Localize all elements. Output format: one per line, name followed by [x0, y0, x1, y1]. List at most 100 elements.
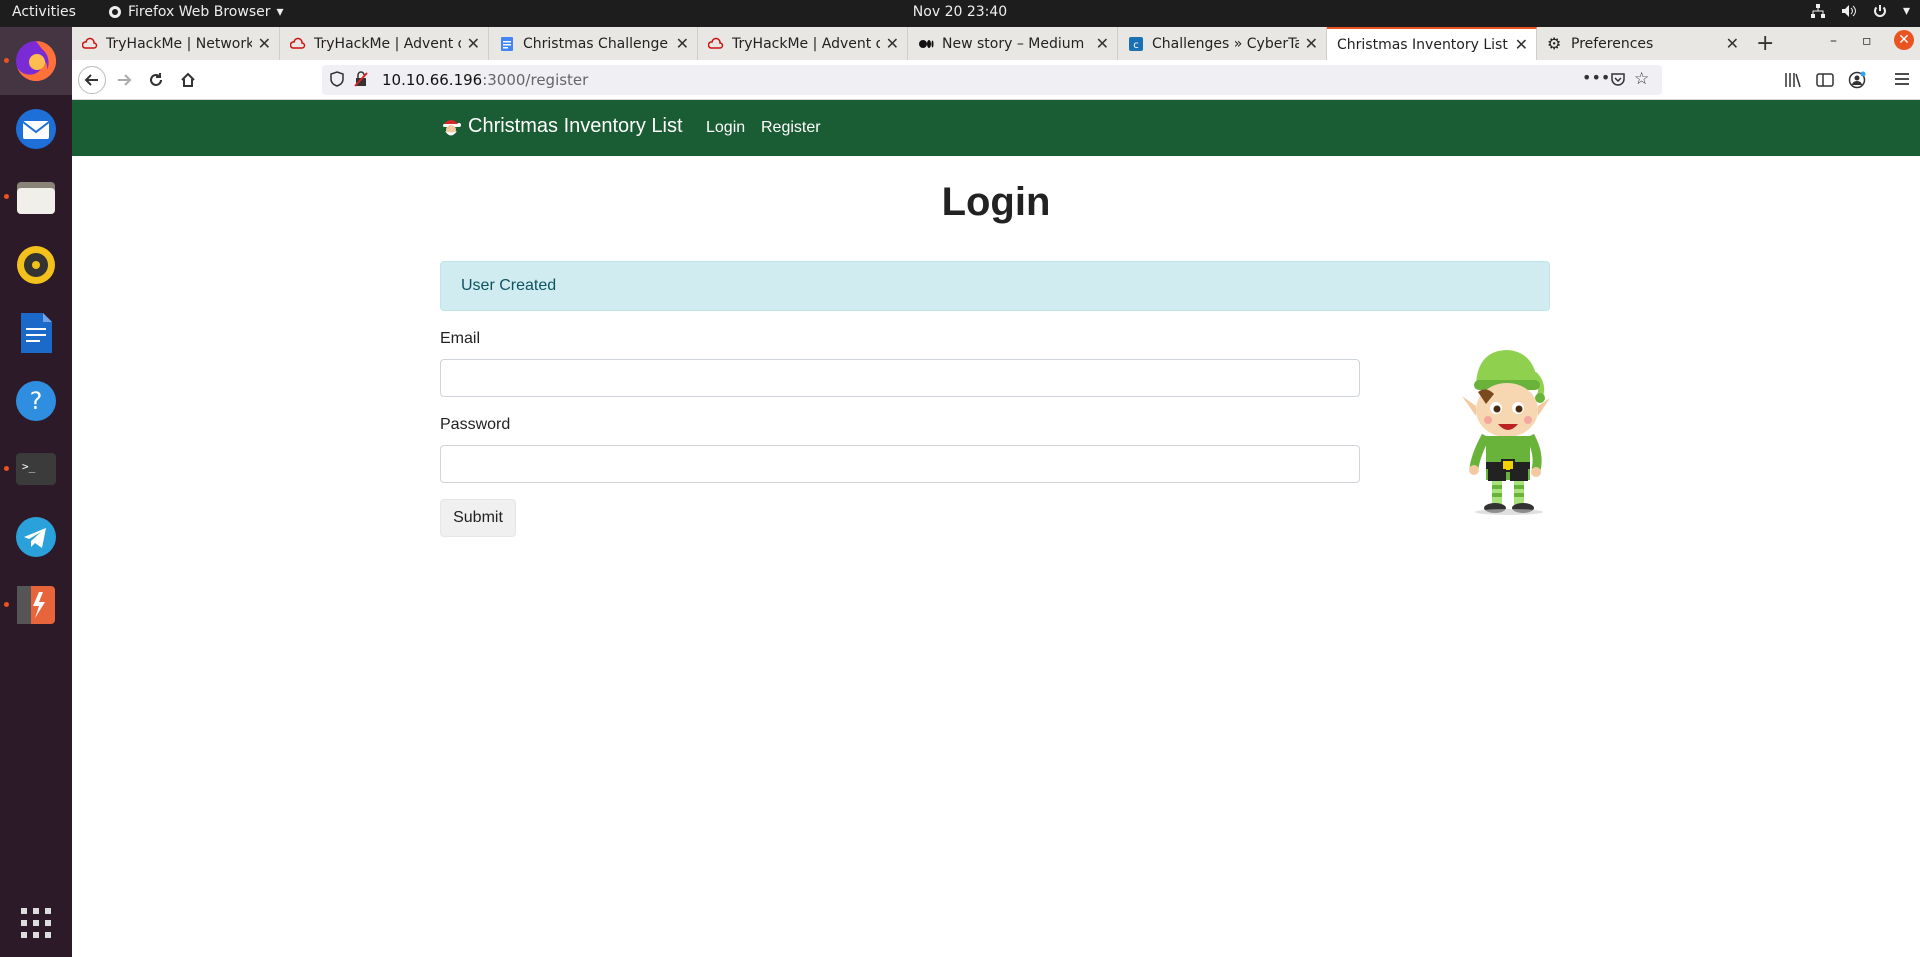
tab-title: TryHackMe | Network: [106, 35, 252, 52]
bookmark-star-icon[interactable]: ☆: [1634, 69, 1649, 89]
sidebar-icon[interactable]: [1816, 72, 1834, 92]
running-indicator: [4, 194, 9, 199]
tryhackme-cloud-icon: [708, 37, 724, 49]
brand-title: Christmas Inventory List: [468, 115, 683, 137]
dock-files[interactable]: [0, 163, 72, 231]
nav-register-link[interactable]: Register: [761, 119, 821, 137]
dock-burp-suite[interactable]: [0, 571, 72, 639]
close-icon[interactable]: ✕: [467, 34, 480, 53]
running-indicator: [4, 602, 9, 607]
dock-show-applications[interactable]: [0, 889, 72, 957]
elf-illustration: [1462, 350, 1550, 515]
tab-tryhackme-advent-1[interactable]: TryHackMe | Advent o ✕: [280, 27, 489, 60]
success-alert: User Created: [440, 261, 1550, 311]
firefox-icon: [16, 40, 57, 81]
power-icon: [1873, 5, 1886, 17]
close-icon[interactable]: ✕: [886, 34, 899, 53]
dock-rhythmbox[interactable]: [0, 231, 72, 299]
password-label: Password: [440, 416, 511, 433]
navigation-toolbar: 10.10.66.196:3000/register ••• ☆: [72, 60, 1920, 100]
email-field[interactable]: [440, 359, 1360, 397]
tab-tryhackme-advent-2[interactable]: TryHackMe | Advent o ✕: [698, 27, 908, 60]
google-docs-icon: [501, 36, 513, 51]
svg-text:>_: >_: [22, 460, 36, 473]
tab-title: TryHackMe | Advent o: [732, 35, 880, 52]
close-icon[interactable]: ✕: [1096, 34, 1109, 53]
dock-thunderbird[interactable]: [0, 95, 72, 163]
running-indicator: [4, 466, 9, 471]
close-icon[interactable]: ✕: [1515, 35, 1528, 54]
app-grid-icon: [21, 908, 51, 938]
clock[interactable]: Nov 20 23:40: [0, 4, 1920, 20]
tab-title: Christmas Challenge D: [523, 35, 670, 52]
dock-firefox[interactable]: [0, 27, 72, 95]
close-icon[interactable]: ✕: [258, 34, 271, 53]
system-tray[interactable]: ▾: [1810, 3, 1910, 19]
tab-christmas-challenge-doc[interactable]: Christmas Challenge D ✕: [489, 27, 698, 60]
help-icon: ?: [16, 381, 56, 421]
site-brand[interactable]: Christmas Inventory List: [440, 115, 683, 138]
tab-title: TryHackMe | Advent o: [314, 35, 461, 52]
network-icon: [1810, 4, 1825, 18]
library-icon[interactable]: [1784, 72, 1802, 92]
restore-button[interactable]: ▫: [1862, 33, 1872, 49]
close-window-button[interactable]: ✕: [1894, 30, 1914, 50]
hamburger-menu-icon[interactable]: [1894, 72, 1910, 90]
url-host: 10.10.66.196: [382, 71, 483, 89]
dock-help[interactable]: ?: [0, 367, 72, 435]
santa-icon: [443, 119, 461, 135]
tab-tryhackme-network[interactable]: TryHackMe | Network ✕: [72, 27, 280, 60]
arrow-right-icon: [118, 74, 132, 86]
cybertalents-icon: c: [1129, 36, 1143, 51]
back-button[interactable]: [78, 66, 106, 94]
pocket-icon[interactable]: [1610, 71, 1626, 91]
svg-text:c: c: [1133, 40, 1139, 51]
tab-preferences[interactable]: ⚙ Preferences ✕: [1537, 27, 1747, 60]
minimize-button[interactable]: –: [1830, 33, 1837, 49]
reload-button[interactable]: [144, 68, 168, 92]
arrow-left-icon: [84, 74, 98, 86]
submit-button[interactable]: Submit: [440, 499, 516, 537]
insecure-lock-icon[interactable]: [354, 71, 368, 91]
thunderbird-icon: [16, 109, 56, 149]
new-tab-button[interactable]: +: [1756, 31, 1774, 56]
tab-title: New story – Medium: [942, 35, 1085, 52]
dock-libreoffice-writer[interactable]: [0, 299, 72, 367]
forward-button[interactable]: [112, 68, 136, 92]
password-field[interactable]: [440, 445, 1360, 483]
dock-terminal[interactable]: >_: [0, 435, 72, 503]
account-icon[interactable]: [1848, 71, 1866, 93]
writer-icon: [21, 313, 52, 353]
site-navbar: Christmas Inventory List Login Register: [72, 100, 1920, 156]
system-top-bar: Activities Firefox Web Browser ▾ Nov 20 …: [0, 0, 1920, 27]
close-icon[interactable]: ✕: [1726, 34, 1739, 53]
medium-icon: [919, 39, 934, 48]
tab-strip: TryHackMe | Network ✕ TryHackMe | Advent…: [72, 27, 1920, 60]
running-indicator: [4, 58, 9, 63]
tab-cybertalents-challenges[interactable]: c Challenges » CyberTal ✕: [1118, 27, 1327, 60]
close-icon[interactable]: ✕: [676, 34, 689, 53]
rhythmbox-icon: [17, 246, 55, 284]
tab-christmas-inventory-list[interactable]: Christmas Inventory List | ✕: [1327, 27, 1537, 60]
home-button[interactable]: [176, 68, 200, 92]
svg-text:?: ?: [30, 387, 43, 415]
page-actions-icon[interactable]: •••: [1582, 68, 1610, 87]
files-icon: [17, 182, 55, 214]
web-page: Christmas Inventory List Login Register …: [72, 100, 1920, 957]
terminal-icon: >_: [16, 453, 56, 485]
dock: ? >_: [0, 27, 72, 957]
tab-title: Christmas Inventory List |: [1337, 36, 1509, 53]
dock-telegram[interactable]: [0, 503, 72, 571]
home-icon: [181, 72, 195, 87]
page-title: Login: [941, 180, 1051, 224]
telegram-icon: [16, 517, 56, 557]
gear-icon: ⚙: [1547, 33, 1562, 53]
close-icon[interactable]: ✕: [1305, 34, 1318, 53]
tryhackme-cloud-icon: [290, 37, 306, 49]
tab-medium-new-story[interactable]: New story – Medium ✕: [908, 27, 1118, 60]
nav-login-link[interactable]: Login: [706, 119, 745, 137]
url-bar[interactable]: 10.10.66.196:3000/register ••• ☆: [322, 65, 1662, 95]
volume-icon: [1841, 5, 1856, 17]
tab-title: Preferences: [1571, 35, 1654, 52]
shield-icon[interactable]: [330, 71, 344, 91]
